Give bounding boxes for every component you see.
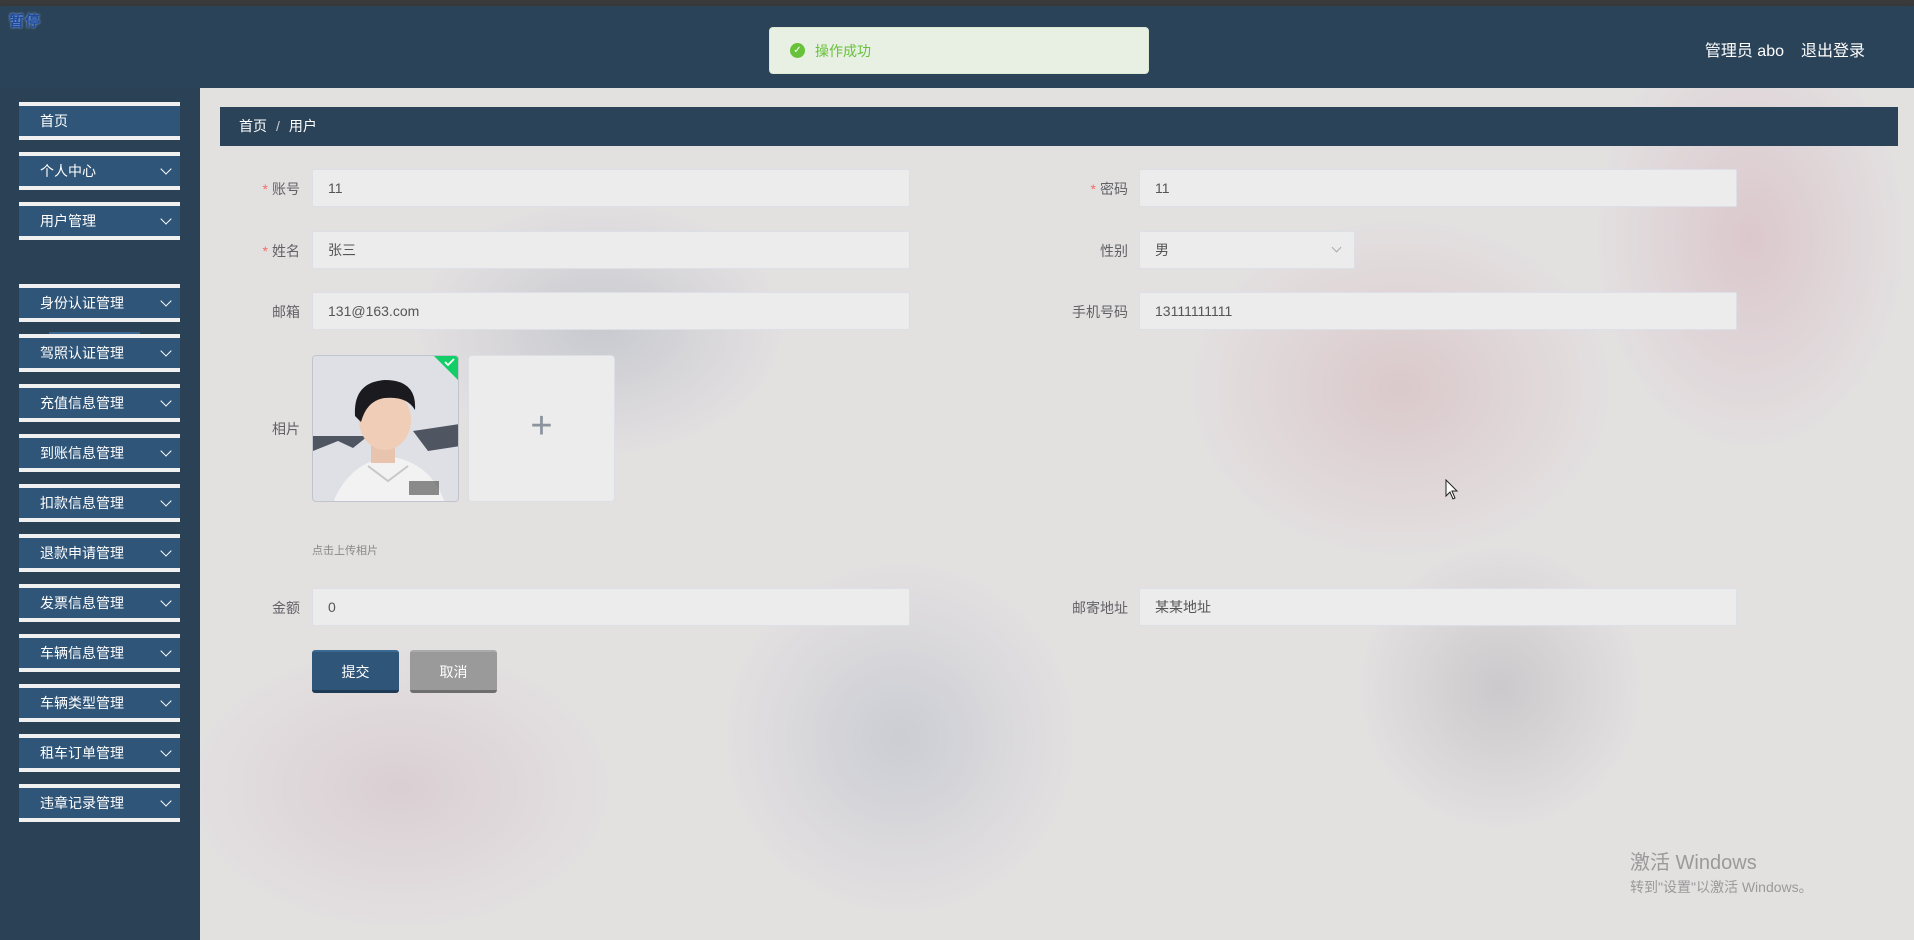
- watermark-line-1: 激活 Windows: [1630, 852, 1757, 874]
- admin-user-label: 管理员 abo: [1704, 43, 1784, 60]
- required-mark: *: [1090, 181, 1096, 197]
- sidebar-item-label: 发票信息管理: [40, 595, 124, 611]
- submit-button[interactable]: 提交: [312, 650, 399, 693]
- account-input[interactable]: 11: [312, 169, 910, 207]
- chevron-down-icon: [160, 795, 172, 807]
- address-label: 邮寄地址: [1072, 600, 1128, 616]
- success-toast: ✓ 操作成功: [769, 27, 1149, 74]
- chevron-down-icon: [160, 163, 172, 175]
- sidebar-item-rental-order[interactable]: 租车订单管理: [19, 734, 180, 772]
- sidebar-item-home[interactable]: 首页: [19, 102, 180, 140]
- email-label: 邮箱: [272, 304, 300, 320]
- photo-upload-button[interactable]: +: [468, 355, 615, 502]
- password-label: * 密码: [1090, 181, 1128, 197]
- breadcrumb-separator: /: [276, 118, 280, 134]
- breadcrumb-home[interactable]: 首页: [239, 118, 267, 134]
- chevron-down-icon: [160, 345, 172, 357]
- sidebar-item-label: 身份认证管理: [40, 295, 124, 311]
- chevron-down-icon: [160, 545, 172, 557]
- name-label: * 姓名: [262, 243, 300, 259]
- chevron-down-icon: [1331, 242, 1342, 253]
- sidebar-item-personal-center[interactable]: 个人中心: [19, 152, 180, 190]
- sidebar-item-recharge[interactable]: 充值信息管理: [19, 384, 180, 422]
- phone-label: 手机号码: [1072, 304, 1128, 320]
- chevron-down-icon: [160, 595, 172, 607]
- uploaded-check-icon: [434, 356, 458, 380]
- chevron-down-icon: [160, 495, 172, 507]
- required-mark: *: [262, 181, 268, 197]
- sidebar-item-identity-auth[interactable]: 身份认证管理: [19, 284, 180, 322]
- account-label: * 账号: [262, 181, 300, 197]
- sidebar-item-violation[interactable]: 违章记录管理: [19, 784, 180, 822]
- breadcrumb-current: 用户: [288, 118, 317, 134]
- sidebar-item-label: 用户管理: [40, 213, 96, 229]
- watermark-line-2: 转到"设置"以激活 Windows。: [1630, 879, 1813, 895]
- sidebar-item-vehicle-info[interactable]: 车辆信息管理: [19, 634, 180, 672]
- gender-value: 男: [1155, 242, 1169, 258]
- amount-input[interactable]: 0: [312, 588, 910, 626]
- name-input[interactable]: 张三: [312, 231, 910, 269]
- sidebar: 首页 个人中心 用户管理 用户 身份认证管理 驾照认证管理 充值信息管理 到账信…: [0, 88, 200, 940]
- sidebar-item-label: 违章记录管理: [40, 795, 124, 811]
- sidebar-item-vehicle-type[interactable]: 车辆类型管理: [19, 684, 180, 722]
- toast-message: 操作成功: [815, 42, 871, 59]
- sidebar-item-license-auth[interactable]: 驾照认证管理: [19, 334, 180, 372]
- chevron-down-icon: [160, 645, 172, 657]
- main-content: 首页 / 用户 * 账号 11 * 密码 11 * 姓名 张三 性别 男 邮箱 131@1…: [200, 88, 1914, 940]
- email-input[interactable]: 131@163.com: [312, 292, 910, 330]
- sidebar-item-deduction[interactable]: 扣款信息管理: [19, 484, 180, 522]
- sidebar-item-user-management[interactable]: 用户管理: [19, 202, 180, 240]
- sidebar-item-label: 车辆类型管理: [40, 695, 124, 711]
- sidebar-item-label: 车辆信息管理: [40, 645, 124, 661]
- logout-button[interactable]: 退出登录: [1801, 37, 1865, 61]
- amount-label: 金额: [272, 600, 300, 616]
- required-mark: *: [262, 243, 268, 259]
- chevron-down-icon: [160, 445, 172, 457]
- sidebar-item-refund[interactable]: 退款申请管理: [19, 534, 180, 572]
- chevron-down-icon: [160, 213, 172, 225]
- password-input[interactable]: 11: [1139, 169, 1737, 207]
- sidebar-item-label: 首页: [40, 113, 68, 129]
- uploaded-photo-thumbnail[interactable]: [312, 355, 459, 502]
- sidebar-item-label: 充值信息管理: [40, 395, 124, 411]
- plus-icon: +: [530, 405, 553, 447]
- address-input[interactable]: 某某地址: [1139, 588, 1737, 626]
- sidebar-item-label: 到账信息管理: [40, 445, 124, 461]
- sidebar-item-label: 扣款信息管理: [40, 495, 124, 511]
- check-circle-icon: ✓: [790, 43, 805, 58]
- chevron-down-icon: [160, 395, 172, 407]
- breadcrumb: 首页 / 用户: [220, 107, 1898, 146]
- gender-select[interactable]: 男: [1139, 231, 1355, 269]
- upload-hint: 点击上传相片: [312, 545, 378, 557]
- paused-label: 暂停: [9, 13, 42, 30]
- chevron-down-icon: [160, 745, 172, 757]
- sidebar-item-invoice[interactable]: 发票信息管理: [19, 584, 180, 622]
- gender-label: 性别: [1100, 243, 1128, 259]
- windows-activation-watermark: 激活 Windows 转到"设置"以激活 Windows。: [1630, 846, 1813, 897]
- sidebar-item-label: 租车订单管理: [40, 745, 124, 761]
- sidebar-item-label: 驾照认证管理: [40, 345, 124, 361]
- chevron-down-icon: [160, 295, 172, 307]
- cancel-button[interactable]: 取消: [410, 650, 497, 693]
- photo-label: 相片: [272, 421, 300, 437]
- sidebar-item-label: 退款申请管理: [40, 545, 124, 561]
- phone-input[interactable]: 13111111111: [1139, 292, 1737, 330]
- sidebar-item-label: 个人中心: [40, 163, 96, 179]
- mouse-cursor-icon: [1445, 479, 1459, 500]
- sidebar-item-arrival[interactable]: 到账信息管理: [19, 434, 180, 472]
- chevron-down-icon: [160, 695, 172, 707]
